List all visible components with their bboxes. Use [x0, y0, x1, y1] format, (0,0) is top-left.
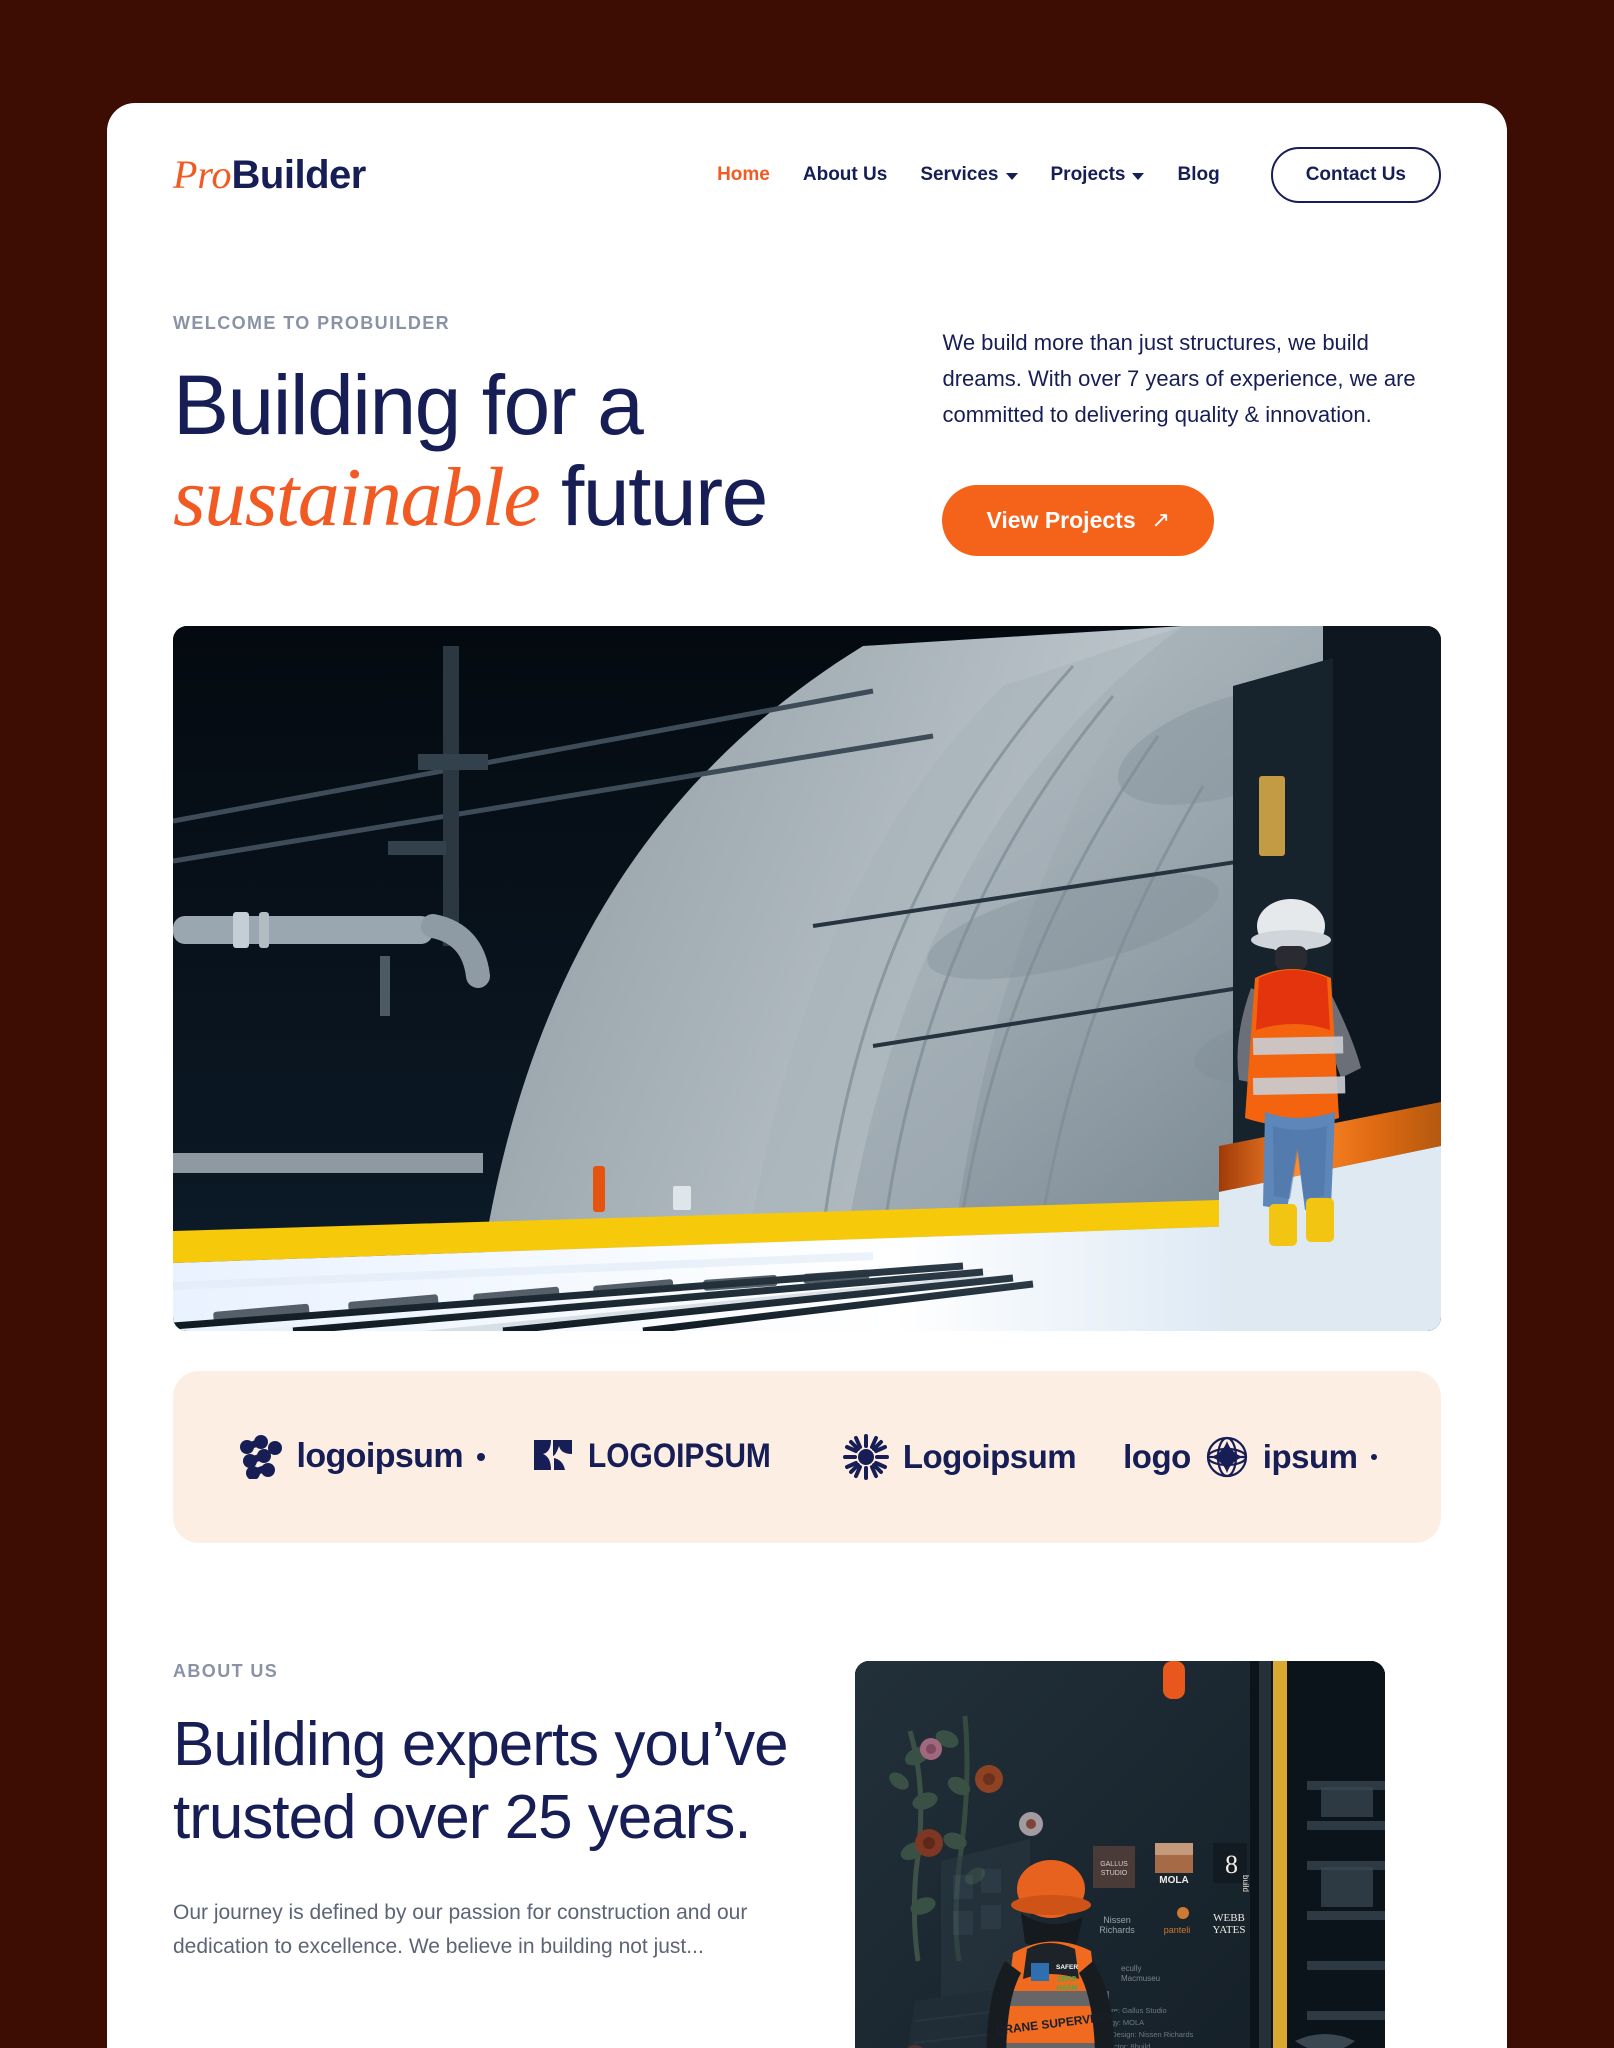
- svg-text:Nissen: Nissen: [1103, 1915, 1131, 1925]
- svg-text:WEBB: WEBB: [1213, 1912, 1245, 1924]
- site-logo[interactable]: ProBuilder: [173, 152, 367, 197]
- client-logo-4-label-right: ipsum: [1262, 1437, 1358, 1475]
- nav-item-about-us[interactable]: About Us: [803, 164, 887, 186]
- globe-icon: [1206, 1436, 1247, 1477]
- about-title: Building experts you’ve trusted over 25 …: [173, 1709, 789, 1852]
- svg-text:SAFER: SAFER: [1056, 1964, 1078, 1971]
- svg-text:ecully: ecully: [1121, 1964, 1141, 1973]
- nav-item-home[interactable]: Home: [717, 164, 770, 186]
- svg-text:panteli: panteli: [1164, 1925, 1191, 1935]
- client-logo-3-label: Logoipsum: [902, 1437, 1077, 1475]
- hero-title-accent: sustainable: [173, 450, 541, 544]
- nav-label-services: Services: [920, 164, 999, 185]
- client-logo-2-label: LOGOIPSUM: [588, 1437, 771, 1476]
- hero-description: We build more than just structures, we b…: [942, 330, 1416, 427]
- view-projects-label: View Projects: [986, 506, 1136, 533]
- about-image: GALLUS STUDIO MOLA 8 build Nissen Richar…: [855, 1660, 1385, 2048]
- nav-label-projects: Projects: [1050, 164, 1126, 185]
- view-projects-button[interactable]: View Projects ↗: [942, 484, 1215, 556]
- nav-item-services[interactable]: Services: [920, 164, 1018, 186]
- svg-text:STUDIO: STUDIO: [1101, 1870, 1128, 1877]
- about-eyebrow: ABOUT US: [173, 1660, 279, 1681]
- svg-text:a Design: Nissen Richards: a Design: Nissen Richards: [1105, 2030, 1194, 2039]
- hero-image: [173, 625, 1441, 1331]
- svg-text:YATES: YATES: [1212, 1924, 1245, 1936]
- hero-text-column: WELCOME TO PROBUILDER Building for a sus…: [173, 313, 882, 543]
- logo-text-builder: Builder: [231, 153, 367, 197]
- sunburst-icon: [842, 1433, 889, 1480]
- svg-text:build: build: [1241, 1875, 1250, 1892]
- arrow-up-right-icon: ↗: [1151, 507, 1171, 533]
- logo-text-pro: Pro: [173, 152, 232, 197]
- main-navigation: Home About Us Services Projects Blog Con…: [717, 147, 1441, 203]
- hero-title-tail: future: [539, 448, 768, 543]
- client-logo-2[interactable]: LOGOIPSUM: [532, 1436, 796, 1478]
- svg-text:Richards: Richards: [1099, 1925, 1135, 1935]
- tunnel-illustration: [173, 625, 1441, 1331]
- geometric-arrow-icon: [534, 1439, 572, 1470]
- svg-text:HARM: HARM: [1057, 1985, 1078, 1992]
- nav-label-home: Home: [717, 164, 770, 185]
- hero-aside-column: We build more than just structures, we b…: [942, 313, 1441, 556]
- svg-text:Macmuseu: Macmuseu: [1121, 1974, 1160, 1983]
- nav-label-about-us: About Us: [802, 164, 888, 185]
- dot-icon: [1371, 1453, 1378, 1460]
- nav-item-blog[interactable]: Blog: [1177, 164, 1219, 186]
- hero-title: Building for a sustainable future: [173, 360, 882, 543]
- client-logo-strip: logoipsum LOGOIPSUM Logoipsum logo ipsum: [173, 1370, 1441, 1543]
- construction-site-illustration: GALLUS STUDIO MOLA 8 build Nissen Richar…: [855, 1660, 1385, 2048]
- client-logo-4-label-left: logo: [1123, 1437, 1191, 1475]
- hero-section: WELCOME TO PROBUILDER Building for a sus…: [107, 209, 1507, 556]
- nav-item-projects[interactable]: Projects: [1051, 164, 1145, 186]
- svg-text:GALLUS: GALLUS: [1100, 1861, 1128, 1868]
- hero-title-line1: Building for a: [173, 358, 644, 452]
- svg-text:ZERO: ZERO: [1057, 1976, 1077, 1983]
- about-text-column: ABOUT US Building experts you’ve trusted…: [173, 1661, 793, 2048]
- hero-eyebrow: WELCOME TO PROBUILDER: [173, 313, 451, 333]
- client-logo-4[interactable]: logo ipsum: [1123, 1435, 1378, 1479]
- svg-text:MOLA: MOLA: [1159, 1875, 1188, 1886]
- nav-label-blog: Blog: [1177, 164, 1220, 185]
- dot-icon: [476, 1452, 485, 1461]
- client-logo-3[interactable]: Logoipsum: [842, 1433, 1077, 1480]
- site-header: ProBuilder Home About Us Services Projec…: [107, 103, 1507, 209]
- contact-us-button[interactable]: Contact Us: [1270, 147, 1441, 203]
- chevron-down-icon: [1132, 173, 1145, 180]
- client-logo-1[interactable]: logoipsum: [237, 1434, 485, 1479]
- client-logo-1-label: logoipsum: [296, 1437, 464, 1476]
- chevron-down-icon: [1005, 173, 1018, 180]
- about-description: Our journey is defined by our passion fo…: [173, 1900, 748, 1958]
- page-card: ProBuilder Home About Us Services Projec…: [107, 103, 1507, 2048]
- about-section: ABOUT US Building experts you’ve trusted…: [107, 1543, 1507, 2048]
- svg-text:8: 8: [1225, 1850, 1238, 1879]
- dots-cluster-icon: [239, 1434, 282, 1479]
